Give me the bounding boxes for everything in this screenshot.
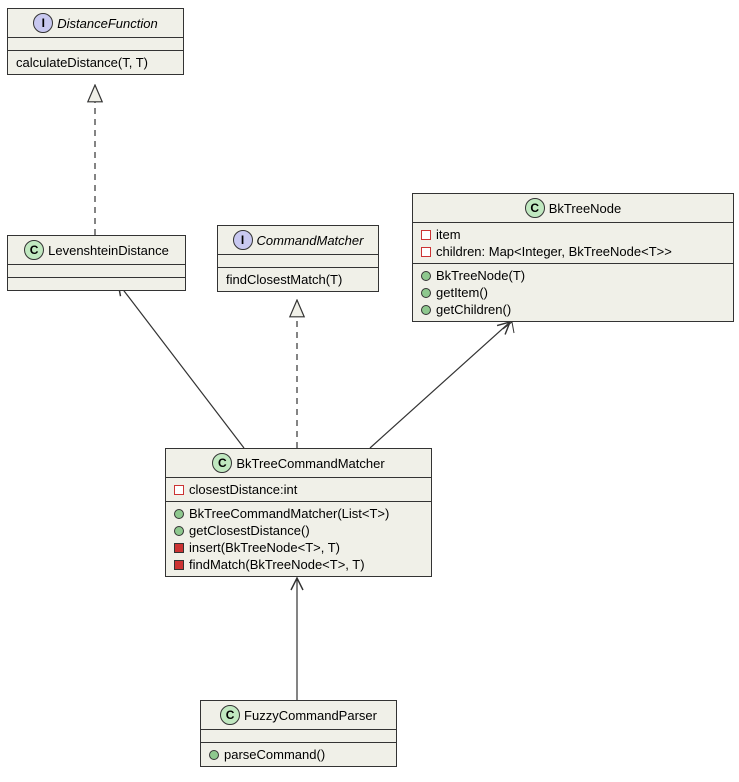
visibility-public-icon	[209, 750, 219, 760]
attributes-section	[201, 730, 396, 743]
class-header: C LevenshteinDistance	[8, 236, 185, 265]
class-icon: C	[24, 240, 44, 260]
method-row: insert(BkTreeNode<T>, T)	[174, 539, 423, 556]
method-text: getItem()	[436, 285, 488, 300]
attribute-text: closestDistance:int	[189, 482, 297, 497]
class-header: C BkTreeNode	[413, 194, 733, 223]
class-header: C BkTreeCommandMatcher	[166, 449, 431, 478]
visibility-private-icon	[421, 247, 431, 257]
class-command-matcher: I CommandMatcher findClosestMatch(T)	[217, 225, 379, 292]
method-text: findClosestMatch(T)	[226, 272, 342, 287]
visibility-public-icon	[421, 305, 431, 315]
methods-section: BkTreeCommandMatcher(List<T>) getClosest…	[166, 502, 431, 576]
attribute-row: item	[421, 226, 725, 243]
visibility-public-icon	[174, 526, 184, 536]
attributes-section	[8, 38, 183, 51]
class-levenshtein-distance: C LevenshteinDistance	[7, 235, 186, 291]
class-name: BkTreeCommandMatcher	[236, 456, 384, 471]
class-name: DistanceFunction	[57, 16, 157, 31]
visibility-private-icon	[421, 230, 431, 240]
class-name: BkTreeNode	[549, 201, 622, 216]
method-row: findMatch(BkTreeNode<T>, T)	[174, 556, 423, 573]
visibility-private-icon	[174, 560, 184, 570]
methods-section	[8, 278, 185, 290]
class-bktree-node: C BkTreeNode item children: Map<Integer,…	[412, 193, 734, 322]
method-text: getChildren()	[436, 302, 511, 317]
class-fuzzy-command-parser: C FuzzyCommandParser parseCommand()	[200, 700, 397, 767]
attribute-text: children: Map<Integer, BkTreeNode<T>>	[436, 244, 672, 259]
class-name: FuzzyCommandParser	[244, 708, 377, 723]
visibility-private-icon	[174, 543, 184, 553]
class-header: I CommandMatcher	[218, 226, 378, 255]
method-row: findClosestMatch(T)	[226, 271, 370, 288]
method-row: getChildren()	[421, 301, 725, 318]
interface-icon: I	[33, 13, 53, 33]
method-row: BkTreeCommandMatcher(List<T>)	[174, 505, 423, 522]
method-row: getClosestDistance()	[174, 522, 423, 539]
attributes-section: closestDistance:int	[166, 478, 431, 502]
class-name: CommandMatcher	[257, 233, 364, 248]
methods-section: calculateDistance(T, T)	[8, 51, 183, 74]
method-row: parseCommand()	[209, 746, 388, 763]
method-row: getItem()	[421, 284, 725, 301]
visibility-public-icon	[421, 288, 431, 298]
method-text: BkTreeCommandMatcher(List<T>)	[189, 506, 389, 521]
attribute-row: children: Map<Integer, BkTreeNode<T>>	[421, 243, 725, 260]
class-icon: C	[220, 705, 240, 725]
methods-section: findClosestMatch(T)	[218, 268, 378, 291]
class-distance-function: I DistanceFunction calculateDistance(T, …	[7, 8, 184, 75]
visibility-public-icon	[421, 271, 431, 281]
method-row: BkTreeNode(T)	[421, 267, 725, 284]
interface-icon: I	[233, 230, 253, 250]
uml-connectors	[0, 0, 739, 762]
visibility-private-icon	[174, 485, 184, 495]
method-text: BkTreeNode(T)	[436, 268, 525, 283]
method-text: insert(BkTreeNode<T>, T)	[189, 540, 340, 555]
attribute-text: item	[436, 227, 461, 242]
method-text: getClosestDistance()	[189, 523, 310, 538]
class-icon: C	[525, 198, 545, 218]
attributes-section	[218, 255, 378, 268]
class-header: I DistanceFunction	[8, 9, 183, 38]
method-text: calculateDistance(T, T)	[16, 55, 148, 70]
class-name: LevenshteinDistance	[48, 243, 169, 258]
class-header: C FuzzyCommandParser	[201, 701, 396, 730]
methods-section: parseCommand()	[201, 743, 396, 766]
attributes-section: item children: Map<Integer, BkTreeNode<T…	[413, 223, 733, 264]
method-text: parseCommand()	[224, 747, 325, 762]
class-icon: C	[212, 453, 232, 473]
visibility-public-icon	[174, 509, 184, 519]
class-bktree-command-matcher: C BkTreeCommandMatcher closestDistance:i…	[165, 448, 432, 577]
attribute-row: closestDistance:int	[174, 481, 423, 498]
methods-section: BkTreeNode(T) getItem() getChildren()	[413, 264, 733, 321]
attributes-section	[8, 265, 185, 278]
method-row: calculateDistance(T, T)	[16, 54, 175, 71]
method-text: findMatch(BkTreeNode<T>, T)	[189, 557, 365, 572]
